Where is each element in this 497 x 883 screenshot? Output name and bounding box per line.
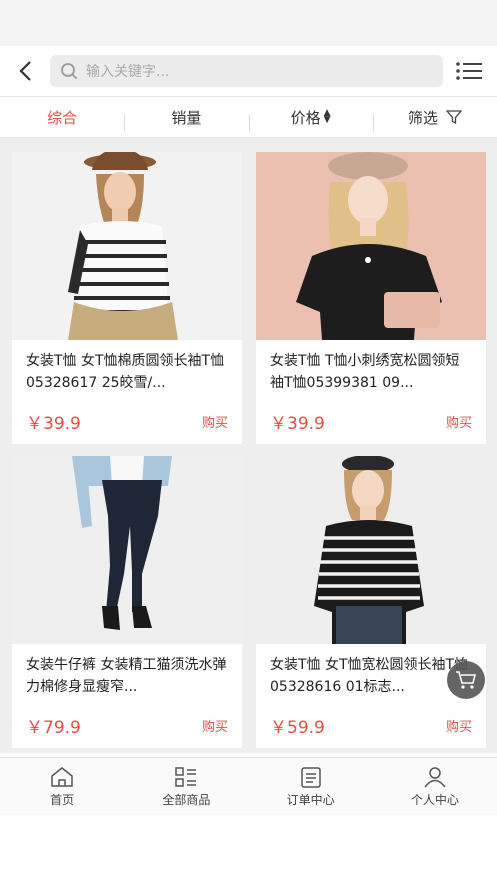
list-icon [456,62,482,80]
tab-orders[interactable]: 订单中心 [249,758,373,815]
price-row: ￥39.9 购买 [256,398,486,444]
tab-profile[interactable]: 个人中心 [373,758,497,815]
bottom-spacer [0,815,497,883]
search-placeholder: 输入关键字... [86,64,170,80]
product-grid: 女装T恤 女T恤棉质圆领长袖T恤05328617 25皎雪/... ￥39.9 … [0,138,497,753]
user-icon [424,766,446,787]
bottom-tab-bar: 首页 全部商品 订单中心 个人中心 [0,757,497,815]
product-price: ￥39.9 [270,413,325,434]
product-image [12,152,242,340]
sort-arrows-icon: ▲ ▼ [323,108,331,125]
tab-all-products[interactable]: 全部商品 [124,758,248,815]
price-row: ￥79.9 购买 [12,702,242,748]
tab-price[interactable]: 价格 ▲ ▼ [248,107,373,132]
buy-button[interactable]: 购买 [202,716,228,735]
product-image [256,456,486,644]
sort-bar: 综合 销量 价格 ▲ ▼ 筛选 [0,96,497,138]
list-view-button[interactable] [451,55,487,87]
product-price: ￥59.9 [270,717,325,738]
back-button[interactable] [10,55,42,87]
product-card[interactable]: 女装T恤 T恤小刺绣宽松圆领短袖T恤05399381 09... ￥39.9 购… [256,152,486,444]
grid-list-icon [175,766,197,787]
buy-button[interactable]: 购买 [446,716,472,735]
search-icon [61,63,78,80]
buy-button[interactable]: 购买 [202,412,228,431]
product-title: 女装牛仔裤 女装精工猫须洗水弹力棉修身显瘦窄... [26,657,227,695]
buy-button[interactable]: 购买 [446,412,472,431]
chevron-left-icon [19,61,31,81]
order-icon [300,766,321,788]
floating-cart-button[interactable] [447,661,485,699]
search-input[interactable]: 输入关键字... [50,55,443,87]
cart-icon [456,671,477,689]
price-row: ￥59.9 购买 [256,702,486,748]
product-card[interactable]: 女装牛仔裤 女装精工猫须洗水弹力棉修身显瘦窄... ￥79.9 购买 [12,456,242,748]
product-image [12,456,242,644]
top-bar: 输入关键字... [0,46,497,96]
status-bar [0,0,497,46]
product-image [256,152,486,340]
product-title: 女装T恤 T恤小刺绣宽松圆领短袖T恤05399381 09... [270,353,460,391]
tab-sales[interactable]: 销量 [124,107,248,132]
price-row: ￥39.9 购买 [12,398,242,444]
product-price: ￥39.9 [26,413,81,434]
product-card[interactable]: 女装T恤 女T恤宽松圆领长袖T恤05328616 01标志... ￥59.9 购… [256,456,486,748]
home-icon [51,766,73,787]
filter-icon [445,110,462,125]
product-card[interactable]: 女装T恤 女T恤棉质圆领长袖T恤05328617 25皎雪/... ￥39.9 … [12,152,242,444]
tab-comprehensive[interactable]: 综合 [0,107,124,128]
product-price: ￥79.9 [26,717,81,738]
tab-filter[interactable]: 筛选 [372,107,497,132]
tab-home[interactable]: 首页 [0,758,124,815]
product-title: 女装T恤 女T恤棉质圆领长袖T恤05328617 25皎雪/... [26,353,225,391]
